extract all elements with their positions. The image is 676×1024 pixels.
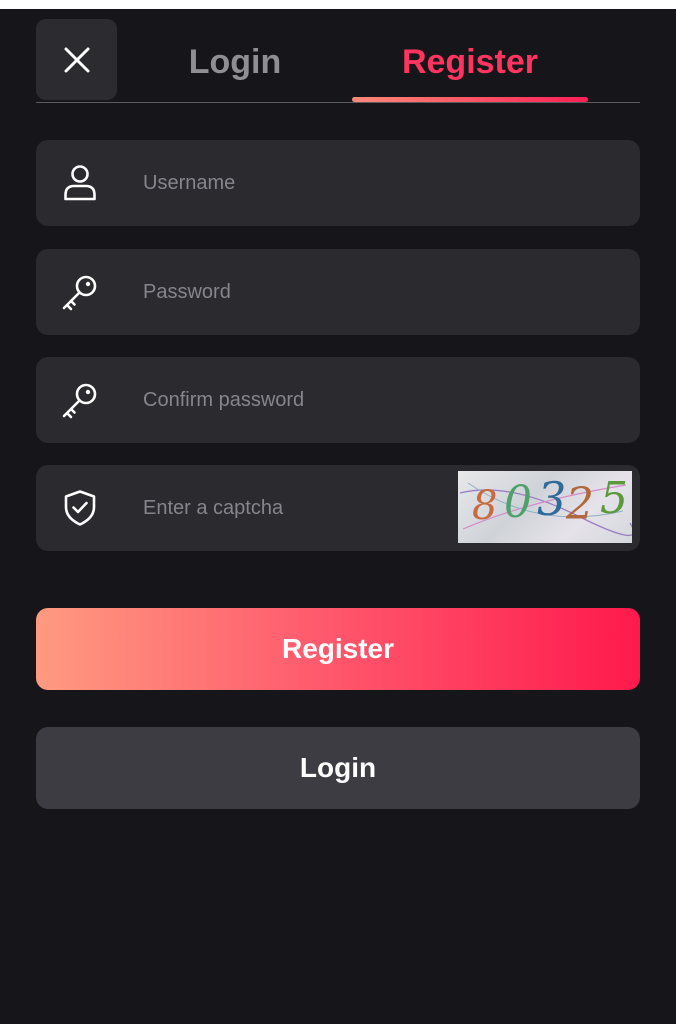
- register-screen: Login Register Username Enter a captcha …: [0, 9, 676, 1024]
- key-icon: [60, 380, 100, 420]
- captcha-digit: 5: [600, 473, 628, 524]
- close-button[interactable]: [36, 19, 117, 100]
- username-field: [36, 140, 640, 226]
- password-input[interactable]: [143, 249, 443, 335]
- tab-login[interactable]: Login: [152, 39, 318, 85]
- captcha-digit: 0: [504, 477, 532, 528]
- user-icon: [60, 163, 100, 203]
- key-icon: [60, 272, 100, 312]
- captcha-digit: 2: [565, 479, 594, 530]
- captcha-digit: 8: [472, 483, 497, 529]
- captcha-input[interactable]: [143, 465, 443, 551]
- captcha-field: 8 0 3 2 5: [36, 465, 640, 551]
- confirm-password-input[interactable]: [143, 357, 443, 443]
- password-field: [36, 249, 640, 335]
- login-button[interactable]: Login: [36, 727, 640, 809]
- confirm-password-field: [36, 357, 640, 443]
- status-bar-strip: [0, 0, 676, 9]
- captcha-digit: 3: [537, 472, 566, 526]
- tab-register[interactable]: Register: [352, 39, 588, 85]
- shield-check-icon: [60, 488, 100, 528]
- close-icon: [64, 47, 89, 72]
- captcha-image[interactable]: 8 0 3 2 5: [458, 471, 632, 543]
- register-button[interactable]: Register: [36, 608, 640, 690]
- tabs-divider: [36, 102, 640, 103]
- username-input[interactable]: [143, 140, 443, 226]
